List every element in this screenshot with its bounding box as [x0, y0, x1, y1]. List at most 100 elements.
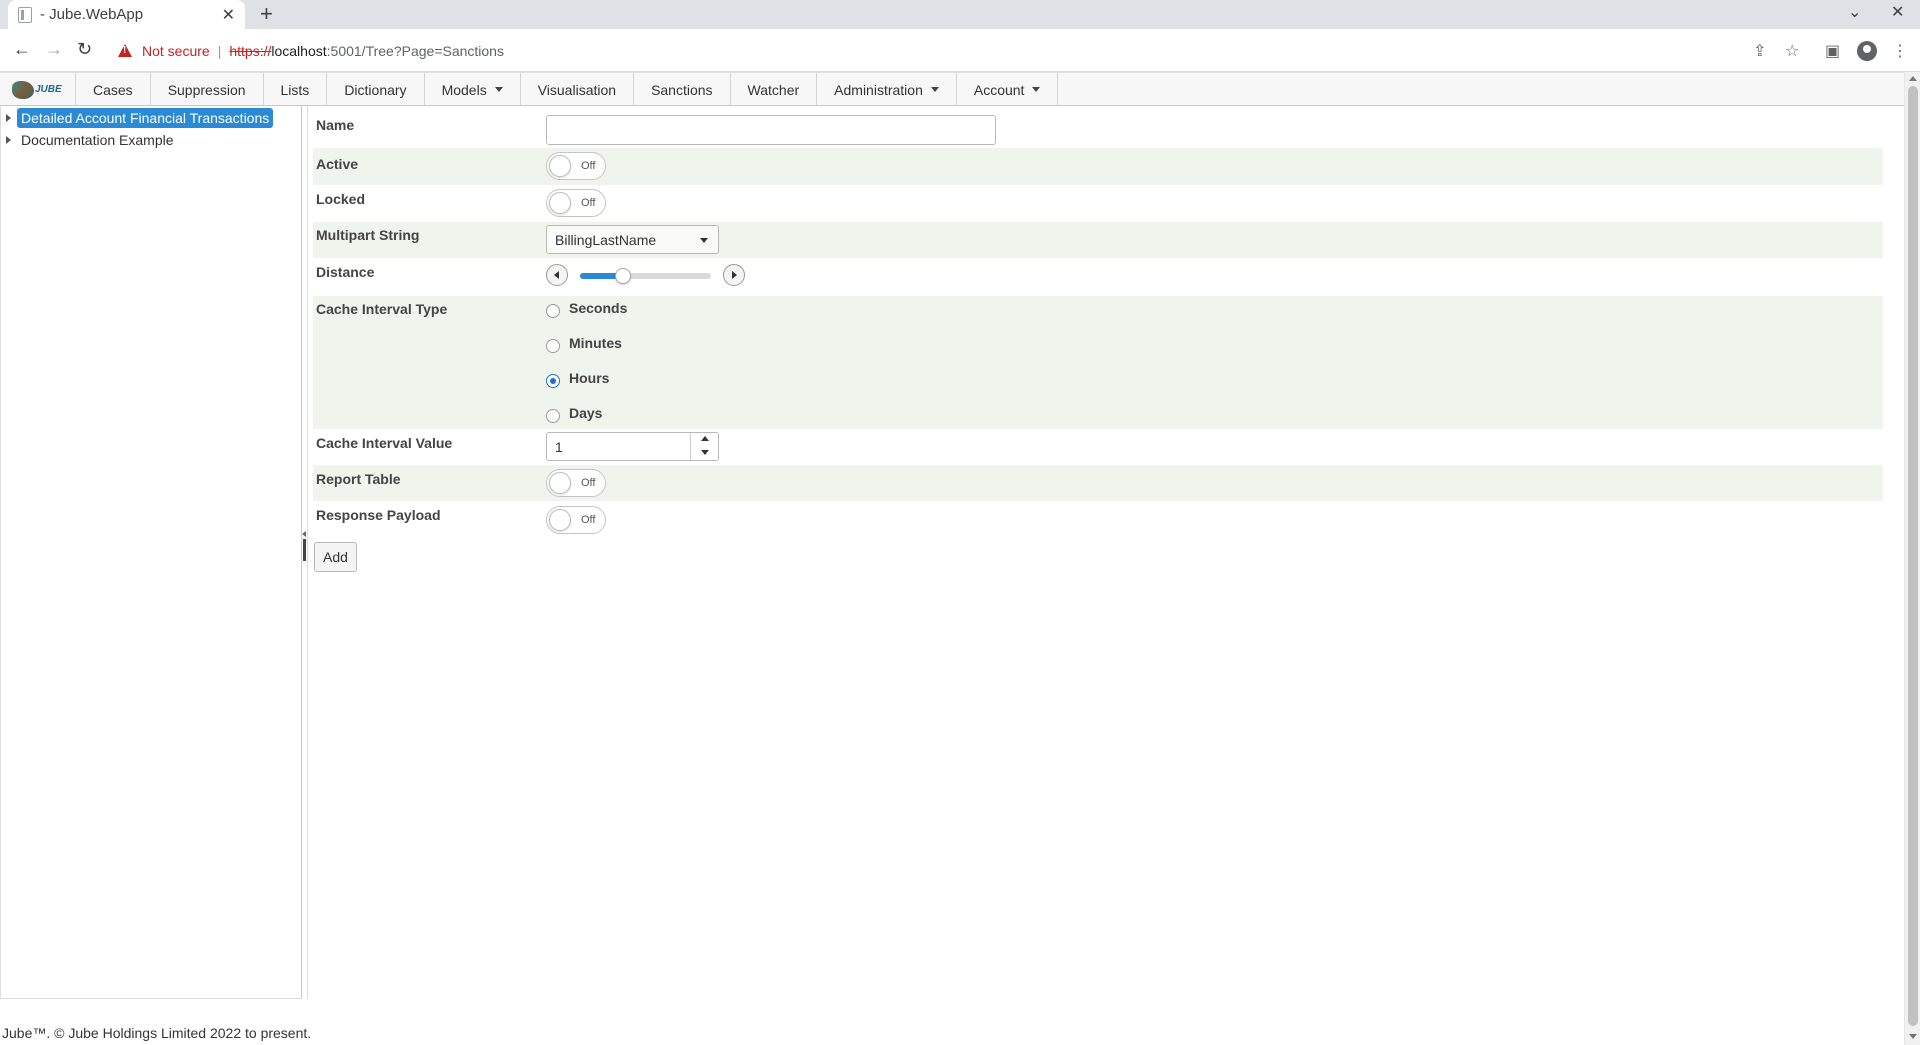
jube-logo[interactable]: JUBE: [0, 73, 76, 106]
panel-splitter[interactable]: [302, 106, 308, 999]
multipart-string-label: Multipart String: [316, 227, 420, 243]
scrollbar-thumb[interactable]: [1908, 86, 1918, 1026]
slider-thumb[interactable]: [615, 268, 632, 284]
splitter-handle[interactable]: [303, 539, 306, 561]
expand-arrow-icon[interactable]: [6, 136, 11, 144]
toggle-state: Off: [581, 514, 596, 526]
radio-button[interactable]: [546, 374, 560, 388]
toggle-state: Off: [581, 197, 596, 209]
url-path: :5001/Tree?Page=Sanctions: [326, 42, 504, 59]
locked-toggle[interactable]: Off: [546, 189, 606, 217]
add-button[interactable]: Add: [314, 542, 357, 572]
menu-lists[interactable]: Lists: [264, 73, 328, 106]
distance-slider[interactable]: [546, 263, 746, 287]
menu-administration[interactable]: Administration: [817, 73, 957, 106]
form-row-report-table: Report Table Off: [313, 465, 1883, 501]
menu-models[interactable]: Models: [425, 73, 521, 106]
menu-sanctions[interactable]: Sanctions: [634, 73, 731, 106]
toggle-knob: [549, 192, 571, 214]
active-toggle[interactable]: Off: [546, 152, 606, 180]
dropdown-arrow-icon: [700, 238, 708, 243]
app-menu-bar: JUBE Cases Suppression Lists Dictionary …: [0, 72, 1904, 106]
arrow-left-icon: [554, 271, 559, 279]
browser-tab-strip: - Jube.WebApp ✕ + ⌄ ✕: [0, 0, 1920, 29]
close-tab-icon[interactable]: ✕: [222, 5, 235, 25]
name-input[interactable]: [546, 115, 996, 145]
response-payload-toggle[interactable]: Off: [546, 506, 606, 534]
menu-watcher[interactable]: Watcher: [731, 73, 818, 106]
menu-visualisation[interactable]: Visualisation: [521, 73, 635, 106]
tree-item-label[interactable]: Detailed Account Financial Transactions: [17, 108, 274, 128]
tree-item-label[interactable]: Documentation Example: [17, 130, 178, 150]
url-divider: |: [217, 42, 222, 59]
collapse-arrow-icon[interactable]: [302, 531, 306, 537]
new-tab-button[interactable]: +: [260, 1, 273, 27]
form-row-distance: Distance: [313, 258, 1883, 296]
address-bar[interactable]: Not secure | https:// localhost :5001/Tr…: [108, 34, 1888, 67]
radio-option-days[interactable]: Days: [546, 405, 602, 423]
browser-tab-title: - Jube.WebApp: [40, 6, 144, 23]
reload-icon[interactable]: ↻: [77, 39, 92, 60]
radio-button[interactable]: [546, 304, 560, 318]
close-window-icon[interactable]: ✕: [1891, 2, 1904, 22]
side-panel-icon[interactable]: ▣: [1825, 41, 1840, 61]
multipart-string-select[interactable]: BillingLastName: [546, 225, 719, 254]
menu-label: Dictionary: [344, 81, 407, 98]
radio-option-minutes[interactable]: Minutes: [546, 335, 622, 353]
browser-tab[interactable]: - Jube.WebApp ✕: [8, 0, 245, 29]
page-scrollbar[interactable]: [1904, 72, 1920, 1045]
profile-avatar-icon[interactable]: [1857, 41, 1877, 61]
select-value: BillingLastName: [555, 232, 657, 248]
expand-arrow-icon[interactable]: [6, 114, 11, 122]
locked-label: Locked: [316, 191, 366, 207]
radio-option-hours[interactable]: Hours: [546, 370, 609, 388]
chevron-down-icon[interactable]: ⌄: [1848, 2, 1861, 22]
security-status[interactable]: Not secure: [142, 43, 210, 59]
name-label: Name: [316, 117, 355, 133]
menu-label: Visualisation: [537, 81, 617, 98]
form-row-actions: Add: [313, 537, 1883, 577]
scroll-up-arrow-icon[interactable]: [1909, 76, 1917, 81]
menu-account[interactable]: Account: [957, 73, 1059, 106]
increment-arrow-icon[interactable]: [701, 436, 709, 441]
scroll-down-arrow-icon[interactable]: [1909, 1034, 1917, 1039]
tree-item[interactable]: Detailed Account Financial Transactions: [6, 108, 274, 128]
cache-interval-value-stepper[interactable]: 1: [546, 432, 719, 461]
back-arrow-icon[interactable]: ←: [13, 39, 31, 60]
menu-label: Lists: [280, 81, 310, 98]
slider-track[interactable]: [580, 268, 711, 284]
forward-arrow-icon[interactable]: →: [45, 39, 63, 60]
form-row-multipart-string: Multipart String BillingLastName: [313, 222, 1883, 258]
tree-item[interactable]: Documentation Example: [6, 130, 178, 150]
stepper-value: 1: [555, 439, 563, 455]
active-label: Active: [316, 156, 359, 172]
form-row-name: Name: [313, 110, 1883, 148]
menu-label: Account: [973, 81, 1025, 98]
stepper-buttons: [690, 433, 718, 460]
slider-increase-button[interactable]: [723, 264, 745, 286]
menu-cases[interactable]: Cases: [76, 73, 151, 106]
more-menu-icon[interactable]: ⋮: [1892, 41, 1908, 61]
decrement-arrow-icon[interactable]: [701, 450, 709, 455]
toggle-state: Off: [581, 477, 596, 489]
response-payload-label: Response Payload: [316, 507, 441, 523]
chevron-down-icon: [494, 87, 503, 92]
report-table-label: Report Table: [316, 471, 401, 487]
logo-text: JUBE: [35, 84, 62, 95]
report-table-toggle[interactable]: Off: [546, 469, 606, 497]
radio-button[interactable]: [546, 409, 560, 423]
menu-suppression[interactable]: Suppression: [151, 73, 264, 106]
menu-label: Sanctions: [651, 81, 713, 98]
share-icon[interactable]: ⇪: [1753, 41, 1766, 61]
radio-option-seconds[interactable]: Seconds: [546, 300, 627, 318]
slider-decrease-button[interactable]: [546, 264, 568, 286]
model-tree: Detailed Account Financial Transactions …: [0, 106, 302, 999]
chevron-down-icon: [1032, 87, 1041, 92]
menu-label: Administration: [834, 81, 923, 98]
bookmark-star-icon[interactable]: ☆: [1785, 41, 1799, 61]
radio-button[interactable]: [546, 339, 560, 353]
menu-dictionary[interactable]: Dictionary: [327, 73, 425, 106]
form-row-cache-interval-type: Cache Interval Type Seconds Minutes Hour…: [313, 296, 1883, 429]
distance-label: Distance: [316, 264, 375, 280]
page-favicon-icon: [18, 6, 32, 23]
